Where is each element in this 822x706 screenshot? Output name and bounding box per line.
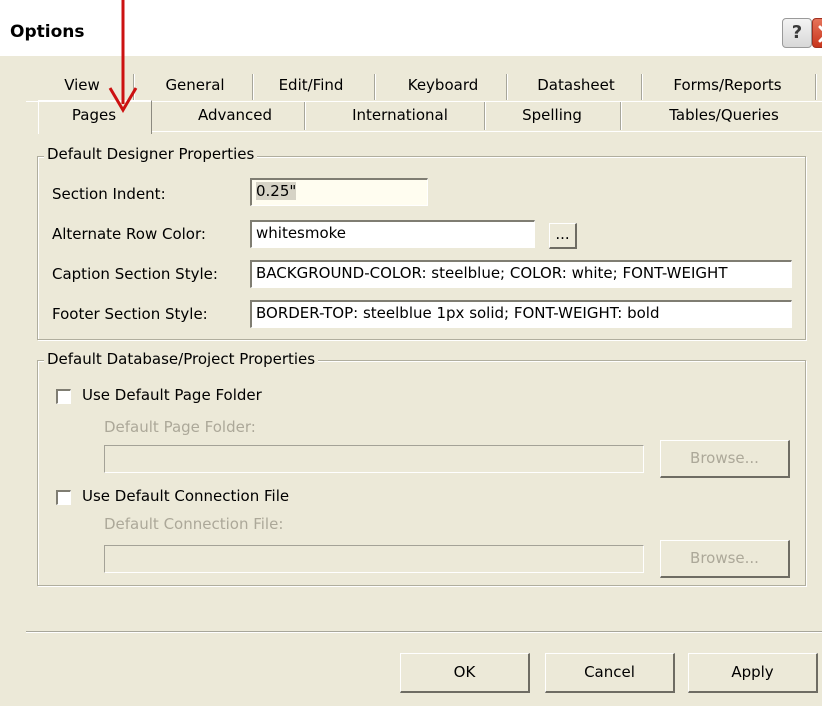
options-dialog: Options ? View General Edit/Find Keyboar… [0,0,822,706]
annotation-arrow-icon [108,0,138,113]
